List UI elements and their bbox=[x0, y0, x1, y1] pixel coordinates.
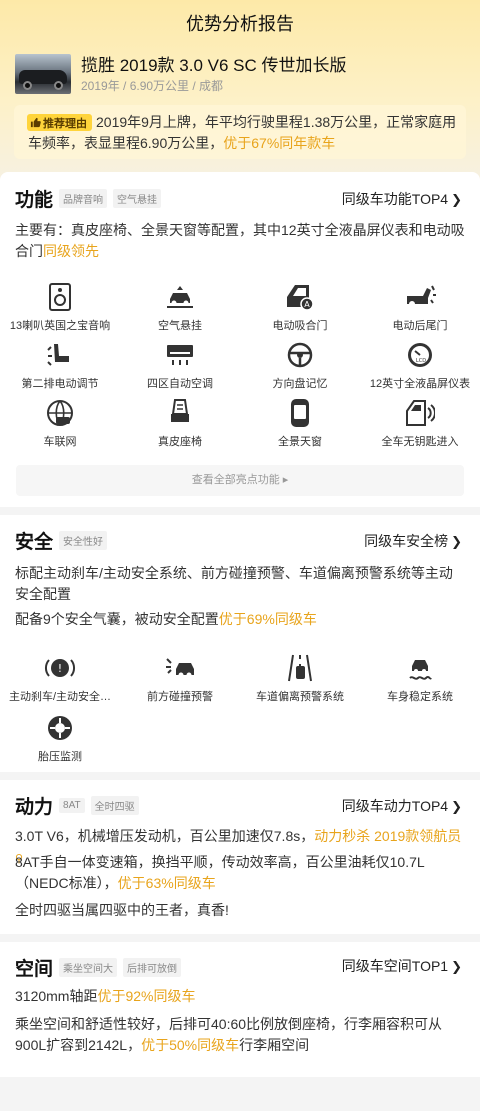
feature-item[interactable]: 空气悬挂 bbox=[120, 282, 240, 333]
space-wheelbase-desc: 3120mm轴距优于92%同级车 bbox=[15, 988, 196, 1004]
section-title: 空间 bbox=[15, 959, 54, 980]
feature-item[interactable]: LCD 12英寸全液晶屏仪表 bbox=[360, 340, 480, 391]
tag: 空气悬挂 bbox=[113, 189, 162, 208]
feature-item[interactable]: 电动后尾门 bbox=[360, 282, 480, 333]
connected-car-icon bbox=[43, 398, 77, 428]
space-header: 空间 乘坐空间大 后排可放倒 bbox=[15, 954, 182, 981]
power-tailgate-icon bbox=[403, 282, 437, 312]
svg-text:A: A bbox=[304, 300, 310, 309]
feature-item[interactable]: 全景天窗 bbox=[240, 398, 360, 449]
features-header: 功能 品牌音响 空气悬挂 bbox=[15, 185, 162, 212]
feature-item[interactable]: 车联网 bbox=[0, 398, 120, 449]
collision-warning-icon bbox=[163, 653, 197, 683]
tag: 后排可放倒 bbox=[123, 958, 182, 977]
feature-item[interactable]: 第二排电动调节 bbox=[0, 340, 120, 391]
tag: 8AT bbox=[59, 798, 85, 813]
tire-pressure-icon bbox=[43, 713, 77, 743]
power-header: 动力 8AT 全时四驱 bbox=[15, 792, 139, 819]
car-meta: 2019年 / 6.90万公里 / 成都 bbox=[81, 79, 224, 93]
recommend-reason-card: 2019年9月上牌，年平均行驶里程1.38万公里，正常家庭用车频率，表显里程6.… bbox=[14, 105, 466, 159]
safety-item[interactable]: 前方碰撞预警 bbox=[120, 653, 240, 704]
panoramic-sunroof-icon bbox=[283, 398, 317, 428]
safety-ranking-link[interactable]: 同级车安全榜 ❯ bbox=[364, 531, 462, 551]
recommend-reason-highlight: 优于67%同年款车 bbox=[223, 135, 336, 151]
safety-item[interactable]: 车身稳定系统 bbox=[360, 653, 480, 704]
tag: 全时四驱 bbox=[90, 796, 139, 815]
safety-header: 安全 安全性好 bbox=[15, 527, 108, 554]
stability-icon bbox=[403, 653, 437, 683]
power-gearbox-desc: 8AT手自一体变速箱，换挡平顺，传动效率高，百公里油耗仅10.7L（NEDC标准… bbox=[15, 854, 425, 891]
feature-item[interactable]: A 电动吸合门 bbox=[240, 282, 360, 333]
section-title: 安全 bbox=[15, 532, 54, 553]
power-drive-desc: 全时四驱当属四驱中的王者，真香! bbox=[15, 902, 229, 918]
svg-text:LCD: LCD bbox=[416, 358, 426, 364]
safety-item[interactable]: ! 主动刹车/主动安全… bbox=[0, 653, 120, 704]
tag: 安全性好 bbox=[59, 531, 108, 550]
svg-text:!: ! bbox=[58, 662, 62, 675]
feature-item[interactable]: 四区自动空调 bbox=[120, 340, 240, 391]
tag: 乘坐空间大 bbox=[59, 958, 118, 977]
feature-item[interactable]: 全车无钥匙进入 bbox=[360, 398, 480, 449]
power-card: 动力 8AT 全时四驱 同级车动力TOP4 ❯ 3.0T V6，机械增压发动机，百… bbox=[0, 780, 480, 934]
brake-icon: ! bbox=[43, 653, 77, 683]
space-card: 空间 乘坐空间大 后排可放倒 同级车空间TOP1 ❯ 3120mm轴距优于92%同… bbox=[0, 942, 480, 1077]
air-conditioner-icon bbox=[163, 340, 197, 370]
soft-close-door-icon: A bbox=[283, 282, 317, 312]
lane-departure-icon bbox=[283, 653, 317, 683]
safety-airbag-desc: 配备9个安全气囊，被动安全配置优于69%同级车 bbox=[15, 611, 317, 627]
seat-adjust-icon bbox=[43, 340, 77, 370]
safety-item[interactable]: 车道偏离预警系统 bbox=[240, 653, 360, 704]
power-top-link[interactable]: 同级车动力TOP4 ❯ bbox=[342, 796, 462, 816]
feature-item[interactable]: 方向盘记忆 bbox=[240, 340, 360, 391]
features-desc: 主要有：真皮座椅、全景天窗等配置，其中12英寸全液晶屏仪表和电动吸合门同级领先 bbox=[15, 222, 465, 259]
leather-seat-icon bbox=[163, 398, 197, 428]
safety-desc: 标配主动刹车/主动安全系统、前方碰撞预警、车道偏离预警系统等主动安全配置 bbox=[15, 565, 453, 602]
safety-card: 安全 安全性好 同级车安全榜 ❯ 标配主动刹车/主动安全系统、前方碰撞预警、车道偏… bbox=[0, 515, 480, 772]
thumbs-up-icon bbox=[30, 117, 41, 128]
safety-item[interactable]: 胎压监测 bbox=[0, 713, 120, 764]
feature-item[interactable]: 真皮座椅 bbox=[120, 398, 240, 449]
steering-wheel-icon bbox=[283, 340, 317, 370]
section-title: 功能 bbox=[15, 190, 54, 211]
car-thumbnail[interactable] bbox=[15, 54, 71, 94]
recommend-badge: 推荐理由 bbox=[27, 114, 92, 131]
section-title: 动力 bbox=[15, 797, 54, 818]
features-top-link[interactable]: 同级车功能TOP4 ❯ bbox=[342, 189, 462, 209]
lcd-gauge-icon: LCD bbox=[403, 340, 437, 370]
tag: 品牌音响 bbox=[59, 189, 108, 208]
features-card: 功能 品牌音响 空气悬挂 同级车功能TOP4 ❯ 主要有：真皮座椅、全景天窗等配置… bbox=[0, 172, 480, 507]
view-all-features-button[interactable]: 查看全部亮点功能 ▸ bbox=[16, 465, 464, 496]
space-cabin-desc: 乘坐空间和舒适性较好，后排可40:60比例放倒座椅，行李厢容积可从900L扩容到… bbox=[15, 1016, 443, 1053]
feature-item[interactable]: 13喇叭英国之宝音响 bbox=[0, 282, 120, 333]
car-name: 揽胜 2019款 3.0 V6 SC 传世加长版 bbox=[81, 56, 347, 75]
air-suspension-icon bbox=[163, 282, 197, 312]
space-top-link[interactable]: 同级车空间TOP1 ❯ bbox=[342, 956, 462, 976]
keyless-entry-icon bbox=[403, 398, 437, 428]
speaker-icon bbox=[43, 282, 77, 312]
page-title: 优势分析报告 bbox=[186, 14, 294, 34]
recommend-reason-text: 2019年9月上牌，年平均行驶里程1.38万公里，正常家庭用车频率，表显里程6.… bbox=[28, 114, 457, 151]
